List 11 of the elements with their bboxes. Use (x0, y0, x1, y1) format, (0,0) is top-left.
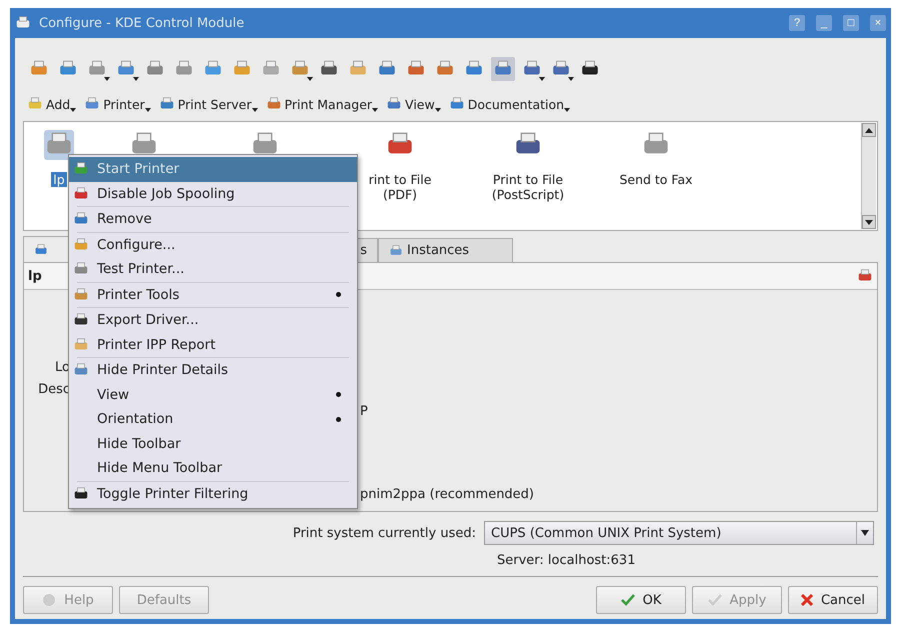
field-value: P (360, 404, 369, 418)
server-text: Server: localhost:631 (496, 552, 636, 570)
printer-label: Print to File (PostScript) (490, 172, 566, 202)
printer-label: Send to Fax (618, 172, 694, 187)
field-label: Desc (37, 382, 70, 396)
field-value: pnim2ppa (recommended) (360, 486, 536, 502)
print-system-label: Print system currently used: (292, 526, 476, 540)
printer-label: rint to File (PDF) (368, 172, 432, 202)
printer-label: lp (51, 172, 67, 187)
window-title: Configure - KDE Control Module (39, 16, 246, 30)
panel-title: lp (28, 268, 42, 284)
